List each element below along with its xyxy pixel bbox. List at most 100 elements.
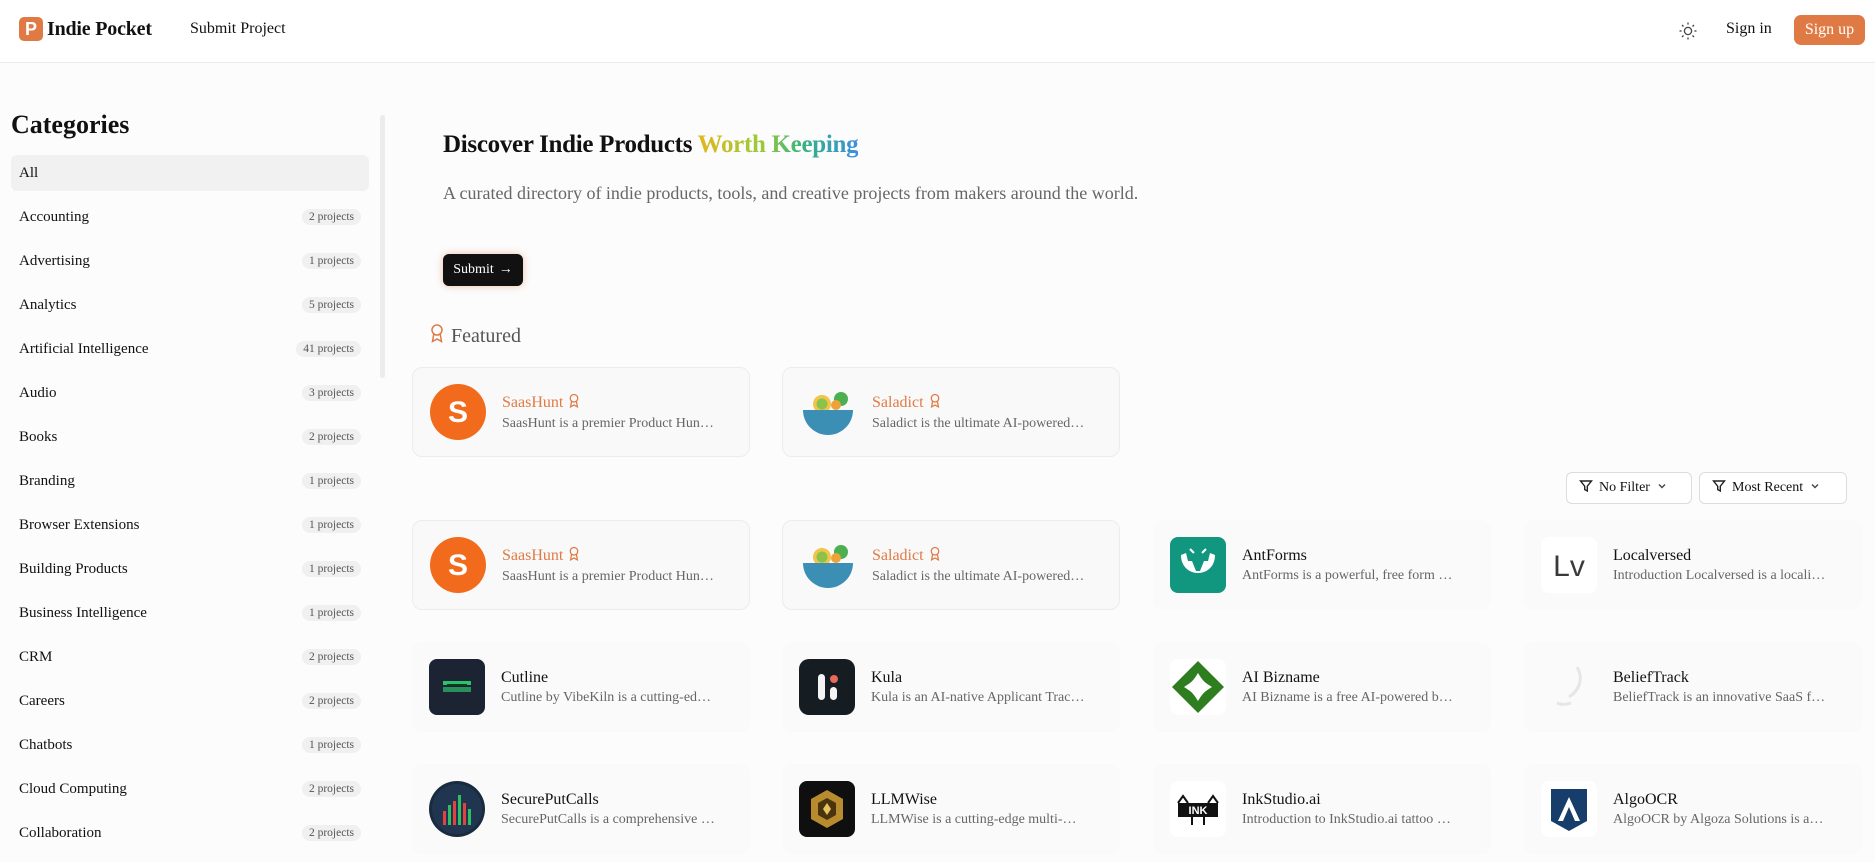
filter-dropdown[interactable]: No Filter bbox=[1566, 472, 1692, 504]
sign-in-link[interactable]: Sign in bbox=[1726, 20, 1772, 38]
category-item[interactable]: Books 2 projects bbox=[11, 419, 369, 455]
brand-name: Indie Pocket bbox=[47, 17, 152, 40]
hero-submit-button[interactable]: Submit → bbox=[443, 254, 523, 286]
project-description: Kula is an AI-native Applicant Tracking … bbox=[871, 689, 1086, 705]
chevron-down-icon bbox=[1656, 480, 1668, 497]
project-name-row: Localversed bbox=[1613, 547, 1853, 565]
saladict-logo-icon bbox=[800, 537, 856, 593]
category-item[interactable]: Business Intelligence 1 projects bbox=[11, 595, 369, 631]
category-item[interactable]: Browser Extensions 1 projects bbox=[11, 507, 369, 543]
hero-description: A curated directory of indie products, t… bbox=[443, 183, 1139, 203]
category-name: Browser Extensions bbox=[19, 516, 140, 533]
category-count-badge: 1 projects bbox=[301, 737, 361, 753]
project-card-text: Kula Kula is an AI-native Applicant Track… bbox=[871, 669, 1111, 706]
category-count-badge: 2 projects bbox=[301, 781, 361, 797]
project-name-row: LLMWise bbox=[871, 791, 1111, 809]
award-icon bbox=[568, 393, 580, 413]
project-name: LLMWise bbox=[871, 790, 938, 808]
project-description: LLMWise is a cutting-edge multi-model AI… bbox=[871, 811, 1086, 827]
project-name: Saladict bbox=[872, 546, 924, 564]
project-card[interactable]: AlgoOCR AlgoOCR by Algoza Solutions is an… bbox=[1524, 764, 1862, 854]
project-description: AlgoOCR by Algoza Solutions is an OCR en… bbox=[1613, 811, 1828, 827]
category-name: Analytics bbox=[19, 296, 77, 313]
project-card[interactable]: S SaasHunt SaasHunt is a premier Product H… bbox=[412, 520, 750, 610]
project-description: SaasHunt is a premier Product Hunt alter… bbox=[502, 568, 717, 584]
category-count-badge: 1 projects bbox=[301, 517, 361, 533]
project-card[interactable]: BeliefTrack BeliefTrack is an innovative … bbox=[1524, 642, 1862, 732]
project-name-row: AntForms bbox=[1242, 547, 1482, 565]
category-count-badge: 2 projects bbox=[301, 209, 361, 225]
hero-title: Discover Indie Products Worth Keeping bbox=[443, 131, 859, 159]
sun-icon[interactable] bbox=[1677, 20, 1699, 42]
category-item[interactable]: Chatbots 1 projects bbox=[11, 727, 369, 763]
saladict-logo-icon bbox=[800, 384, 856, 440]
project-card[interactable]: LLMWise LLMWise is a cutting-edge multi-m… bbox=[782, 764, 1120, 854]
project-card-text: SecurePutCalls SecurePutCalls is a compre… bbox=[501, 791, 741, 828]
category-item[interactable]: CRM 2 projects bbox=[11, 639, 369, 675]
category-item[interactable]: Accounting 2 projects bbox=[11, 199, 369, 235]
project-name: AlgoOCR bbox=[1613, 790, 1678, 808]
sidebar-scrollbar[interactable] bbox=[380, 115, 385, 378]
project-description: Introduction to InkStudio.ai tattoo desi… bbox=[1242, 811, 1457, 827]
project-card[interactable]: AI Bizname AI Bizname is a free AI-powere… bbox=[1153, 642, 1491, 732]
project-name-row: BeliefTrack bbox=[1613, 669, 1853, 687]
project-card[interactable]: Kula Kula is an AI-native Applicant Track… bbox=[782, 642, 1120, 732]
saashunt-logo-icon: S bbox=[430, 537, 486, 593]
category-item[interactable]: Building Products 1 projects bbox=[11, 551, 369, 587]
featured-card[interactable]: S SaasHunt SaasHunt is a premier Product H… bbox=[412, 367, 750, 457]
category-list: All Accounting 2 projects Advertising 1 proj… bbox=[11, 155, 369, 859]
project-name: Localversed bbox=[1613, 546, 1692, 564]
project-name: BeliefTrack bbox=[1613, 668, 1689, 686]
project-card[interactable]: AntForms AntForms is a powerful, free for… bbox=[1153, 520, 1491, 610]
project-description: Introduction Localversed is a localizati… bbox=[1613, 567, 1828, 583]
project-name: AI Bizname bbox=[1242, 668, 1320, 686]
project-card[interactable]: Lv Localversed Introduction Localversed is… bbox=[1524, 520, 1862, 610]
sidebar-title: Categories bbox=[11, 110, 130, 139]
nav-submit-project-link[interactable]: Submit Project bbox=[190, 20, 286, 38]
category-item[interactable]: Analytics 5 projects bbox=[11, 287, 369, 323]
category-count-badge: 2 projects bbox=[301, 693, 361, 709]
category-item[interactable]: Branding 1 projects bbox=[11, 463, 369, 499]
category-name: Chatbots bbox=[19, 736, 73, 753]
project-name: Saladict bbox=[872, 393, 924, 411]
featured-card[interactable]: Saladict Saladict is the ultimate AI-powe… bbox=[782, 367, 1120, 457]
category-item[interactable]: Collaboration 2 projects bbox=[11, 815, 369, 851]
arrow-right-icon: → bbox=[498, 262, 513, 277]
category-name: Collaboration bbox=[19, 824, 102, 841]
project-name-row: InkStudio.ai bbox=[1242, 791, 1482, 809]
project-name: InkStudio.ai bbox=[1242, 790, 1321, 808]
award-icon bbox=[929, 546, 941, 566]
sort-dropdown[interactable]: Most Recent bbox=[1699, 472, 1847, 504]
category-count-badge: 3 projects bbox=[301, 385, 361, 401]
project-name: Cutline bbox=[501, 668, 549, 686]
category-item[interactable]: Careers 2 projects bbox=[11, 683, 369, 719]
project-name: SecurePutCalls bbox=[501, 790, 599, 808]
category-name: CRM bbox=[19, 648, 53, 665]
category-item[interactable]: Advertising 1 projects bbox=[11, 243, 369, 279]
project-card[interactable]: INK InkStudio.ai Introduction to InkStudio… bbox=[1153, 764, 1491, 854]
project-card[interactable]: Saladict Saladict is the ultimate AI-powe… bbox=[782, 520, 1120, 610]
category-item[interactable]: Audio 3 projects bbox=[11, 375, 369, 411]
project-card[interactable]: SecurePutCalls SecurePutCalls is a compre… bbox=[412, 764, 750, 854]
project-card[interactable]: Cutline Cutline by VibeKiln is a cutting-… bbox=[412, 642, 750, 732]
localversed-logo-icon: Lv bbox=[1541, 537, 1597, 593]
svg-text:INK: INK bbox=[1189, 805, 1208, 817]
sign-up-button[interactable]: Sign up bbox=[1794, 15, 1865, 45]
category-name: Books bbox=[19, 428, 58, 445]
brand-link[interactable]: P Indie Pocket bbox=[19, 17, 152, 41]
project-card-text: SaasHunt SaasHunt is a premier Product Hu… bbox=[502, 393, 742, 432]
project-name: SaasHunt bbox=[502, 546, 564, 564]
project-description: AI Bizname is a free AI-powered business… bbox=[1242, 689, 1457, 705]
category-item[interactable]: Cloud Computing 2 projects bbox=[11, 771, 369, 807]
category-name: Advertising bbox=[19, 252, 90, 269]
project-card-text: Saladict Saladict is the ultimate AI-powe… bbox=[872, 546, 1112, 585]
project-description: SaasHunt is a premier Product Hunt alter… bbox=[502, 415, 717, 431]
award-icon bbox=[929, 393, 941, 413]
svg-text:Lv: Lv bbox=[1553, 550, 1585, 583]
filter-icon bbox=[1579, 479, 1593, 498]
project-name-row: SaasHunt bbox=[502, 546, 742, 566]
category-item[interactable]: Artificial Intelligence 41 projects bbox=[11, 331, 369, 367]
project-description: SecurePutCalls is a comprehensive option… bbox=[501, 811, 716, 827]
category-item[interactable]: All bbox=[11, 155, 369, 191]
hero-submit-label: Submit bbox=[453, 262, 494, 277]
